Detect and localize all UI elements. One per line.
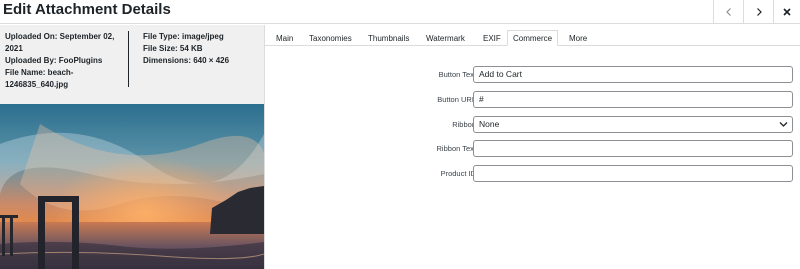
next-button[interactable] xyxy=(743,0,773,24)
chevron-down-icon xyxy=(779,122,788,127)
modal-header: Edit Attachment Details xyxy=(0,0,800,24)
ribbon-label: Ribbon xyxy=(452,120,476,129)
uploaded-on: Uploaded On: September 02, 2021 xyxy=(5,32,115,53)
details-form-pane: Main Taxonomies Thumbnails Watermark EXI… xyxy=(264,25,800,269)
tab-watermark[interactable]: Watermark xyxy=(426,33,465,45)
modal-title: Edit Attachment Details xyxy=(3,1,171,18)
button-text-input[interactable]: Add to Cart xyxy=(473,66,793,83)
tab-main[interactable]: Main xyxy=(276,33,293,45)
tab-bar: Main Taxonomies Thumbnails Watermark EXI… xyxy=(265,30,800,46)
close-icon xyxy=(783,8,791,16)
previous-button[interactable] xyxy=(713,0,743,24)
tab-thumbnails[interactable]: Thumbnails xyxy=(368,33,409,45)
ribbon-selected-value: None xyxy=(479,119,500,129)
ribbon-text-label: Ribbon Text xyxy=(436,144,476,153)
button-text-label: Button Text xyxy=(438,70,476,79)
tab-commerce[interactable]: Commerce xyxy=(507,30,559,46)
uploaded-by: Uploaded By: FooPlugins xyxy=(5,56,103,65)
file-details: File Type: image/jpeg File Size: 54 KB D… xyxy=(143,31,263,67)
chevron-left-icon xyxy=(725,8,731,16)
attachment-image xyxy=(0,104,264,269)
file-type: File Type: image/jpeg xyxy=(143,32,224,41)
upload-details: Uploaded On: September 02, 2021 Uploaded… xyxy=(5,31,125,91)
tab-more[interactable]: More xyxy=(569,33,587,45)
ribbon-select[interactable]: None xyxy=(473,116,793,133)
close-button[interactable] xyxy=(773,0,800,24)
ribbon-text-input[interactable] xyxy=(473,140,793,157)
button-url-label: Button URL xyxy=(437,95,476,104)
tab-exif[interactable]: EXIF xyxy=(483,33,501,45)
file-name: File Name: beach-1246835_640.jpg xyxy=(5,68,74,89)
product-id-input[interactable] xyxy=(473,165,793,182)
button-url-input[interactable]: # xyxy=(473,91,793,108)
product-id-label: Product ID xyxy=(440,169,476,178)
dimensions: Dimensions: 640 × 426 xyxy=(143,56,230,65)
tab-taxonomies[interactable]: Taxonomies xyxy=(309,33,352,45)
chevron-right-icon xyxy=(756,8,762,16)
file-size: File Size: 54 KB xyxy=(143,44,203,53)
details-divider xyxy=(128,31,129,87)
